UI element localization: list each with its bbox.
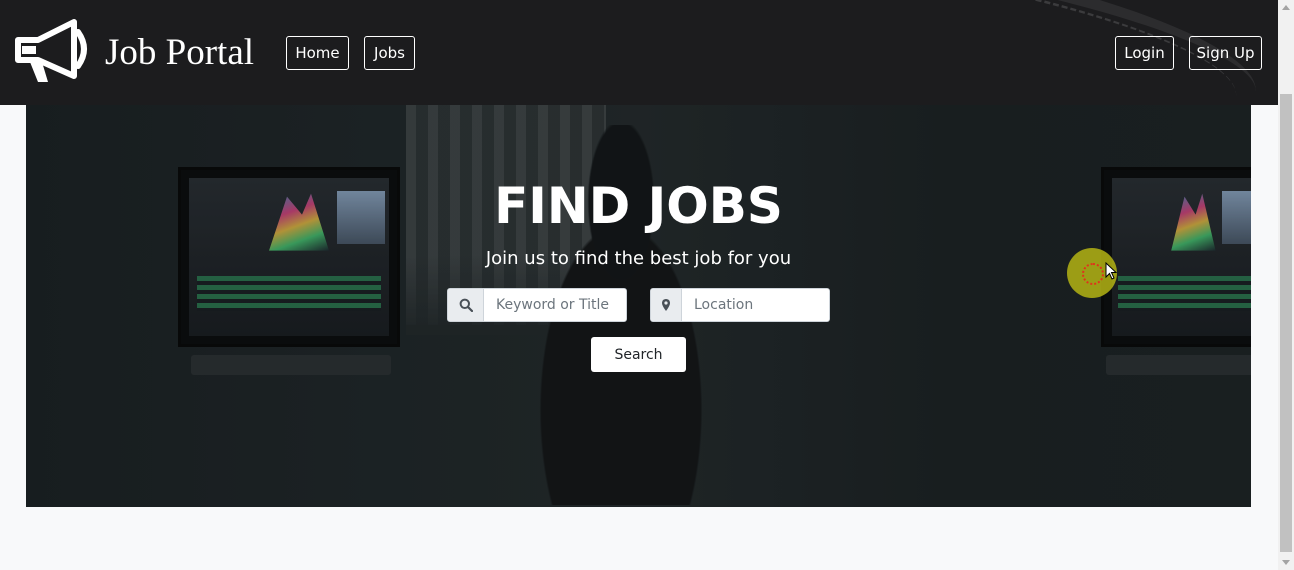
signup-button[interactable]: Sign Up (1189, 36, 1262, 70)
search-icon (448, 289, 484, 321)
location-input-group (650, 288, 830, 322)
login-button[interactable]: Login (1115, 36, 1174, 70)
brand-title: Job Portal (105, 32, 255, 73)
brand-link[interactable]: Job Portal (12, 18, 254, 91)
location-input[interactable] (682, 289, 829, 321)
keyword-input[interactable] (484, 289, 626, 321)
megaphone-icon (12, 18, 92, 91)
hero-title: FIND JOBS (494, 177, 783, 235)
map-marker-icon (651, 289, 682, 321)
search-button[interactable]: Search (591, 337, 686, 372)
hero-banner: FIND JOBS Join us to find the best job f… (26, 105, 1251, 507)
page-scrollbar[interactable] (1278, 0, 1294, 570)
scroll-up-icon[interactable] (1282, 5, 1290, 10)
keyword-input-group (447, 288, 627, 322)
scrollbar-thumb[interactable] (1280, 94, 1292, 552)
navbar: Job Portal Home Jobs Login Sign Up (0, 0, 1278, 105)
scroll-down-icon[interactable] (1282, 560, 1290, 565)
nav-jobs-button[interactable]: Jobs (364, 36, 415, 70)
mouse-cursor-icon (1105, 262, 1117, 280)
nav-home-button[interactable]: Home (286, 36, 349, 70)
